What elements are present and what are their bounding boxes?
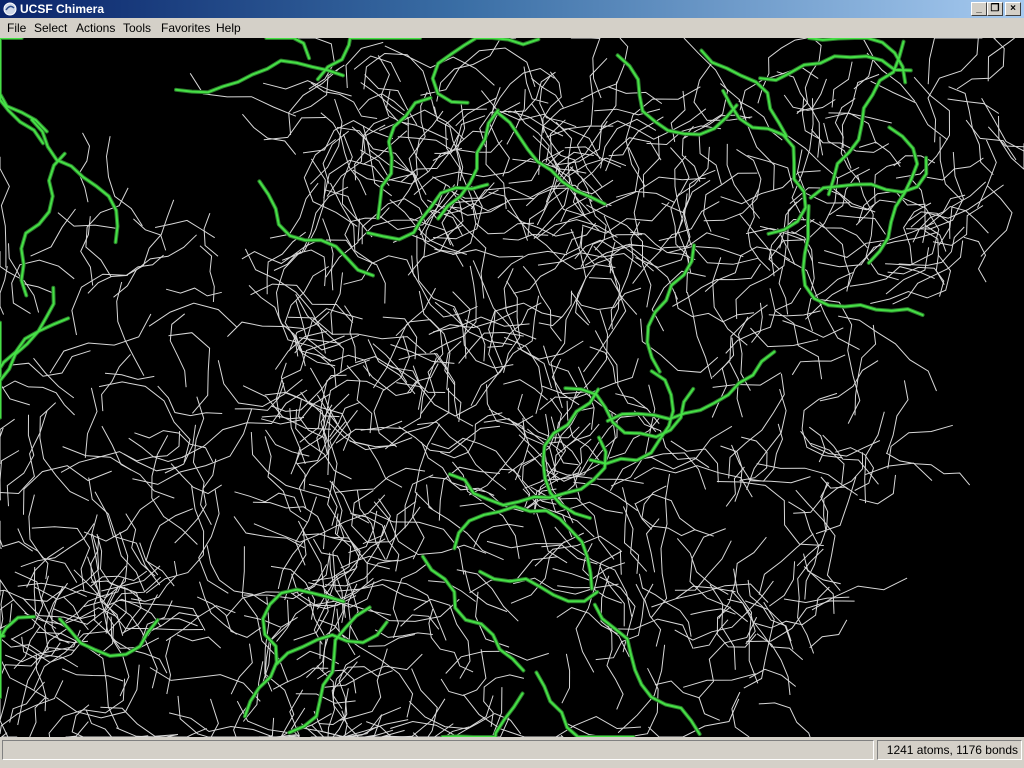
menu-bar: File Select Actions Tools Favorites Help (0, 18, 1024, 38)
status-message (2, 740, 874, 760)
unselected-bonds (0, 38, 1024, 737)
menu-actions[interactable]: Actions (76, 21, 115, 35)
chimera-app-icon (3, 2, 17, 16)
restore-button[interactable]: ❐ (987, 2, 1003, 16)
molecule-graphics-viewport[interactable] (0, 38, 1024, 737)
menu-select[interactable]: Select (34, 21, 67, 35)
close-button[interactable]: × (1005, 2, 1021, 16)
window-title: UCSF Chimera (20, 2, 105, 16)
menu-file[interactable]: File (7, 21, 26, 35)
title-bar[interactable]: UCSF Chimera _ ❐ × (0, 0, 1024, 18)
menu-help[interactable]: Help (216, 21, 241, 35)
menu-tools[interactable]: Tools (123, 21, 151, 35)
status-bar: 1241 atoms, 1176 bonds (0, 737, 1024, 768)
molecule-wireframe[interactable] (0, 38, 1024, 737)
minimize-button[interactable]: _ (971, 2, 987, 16)
atom-bond-count: 1241 atoms, 1176 bonds (877, 740, 1022, 760)
menu-favorites[interactable]: Favorites (161, 21, 210, 35)
chimera-window: UCSF Chimera _ ❐ × File Select Actions T… (0, 0, 1024, 768)
